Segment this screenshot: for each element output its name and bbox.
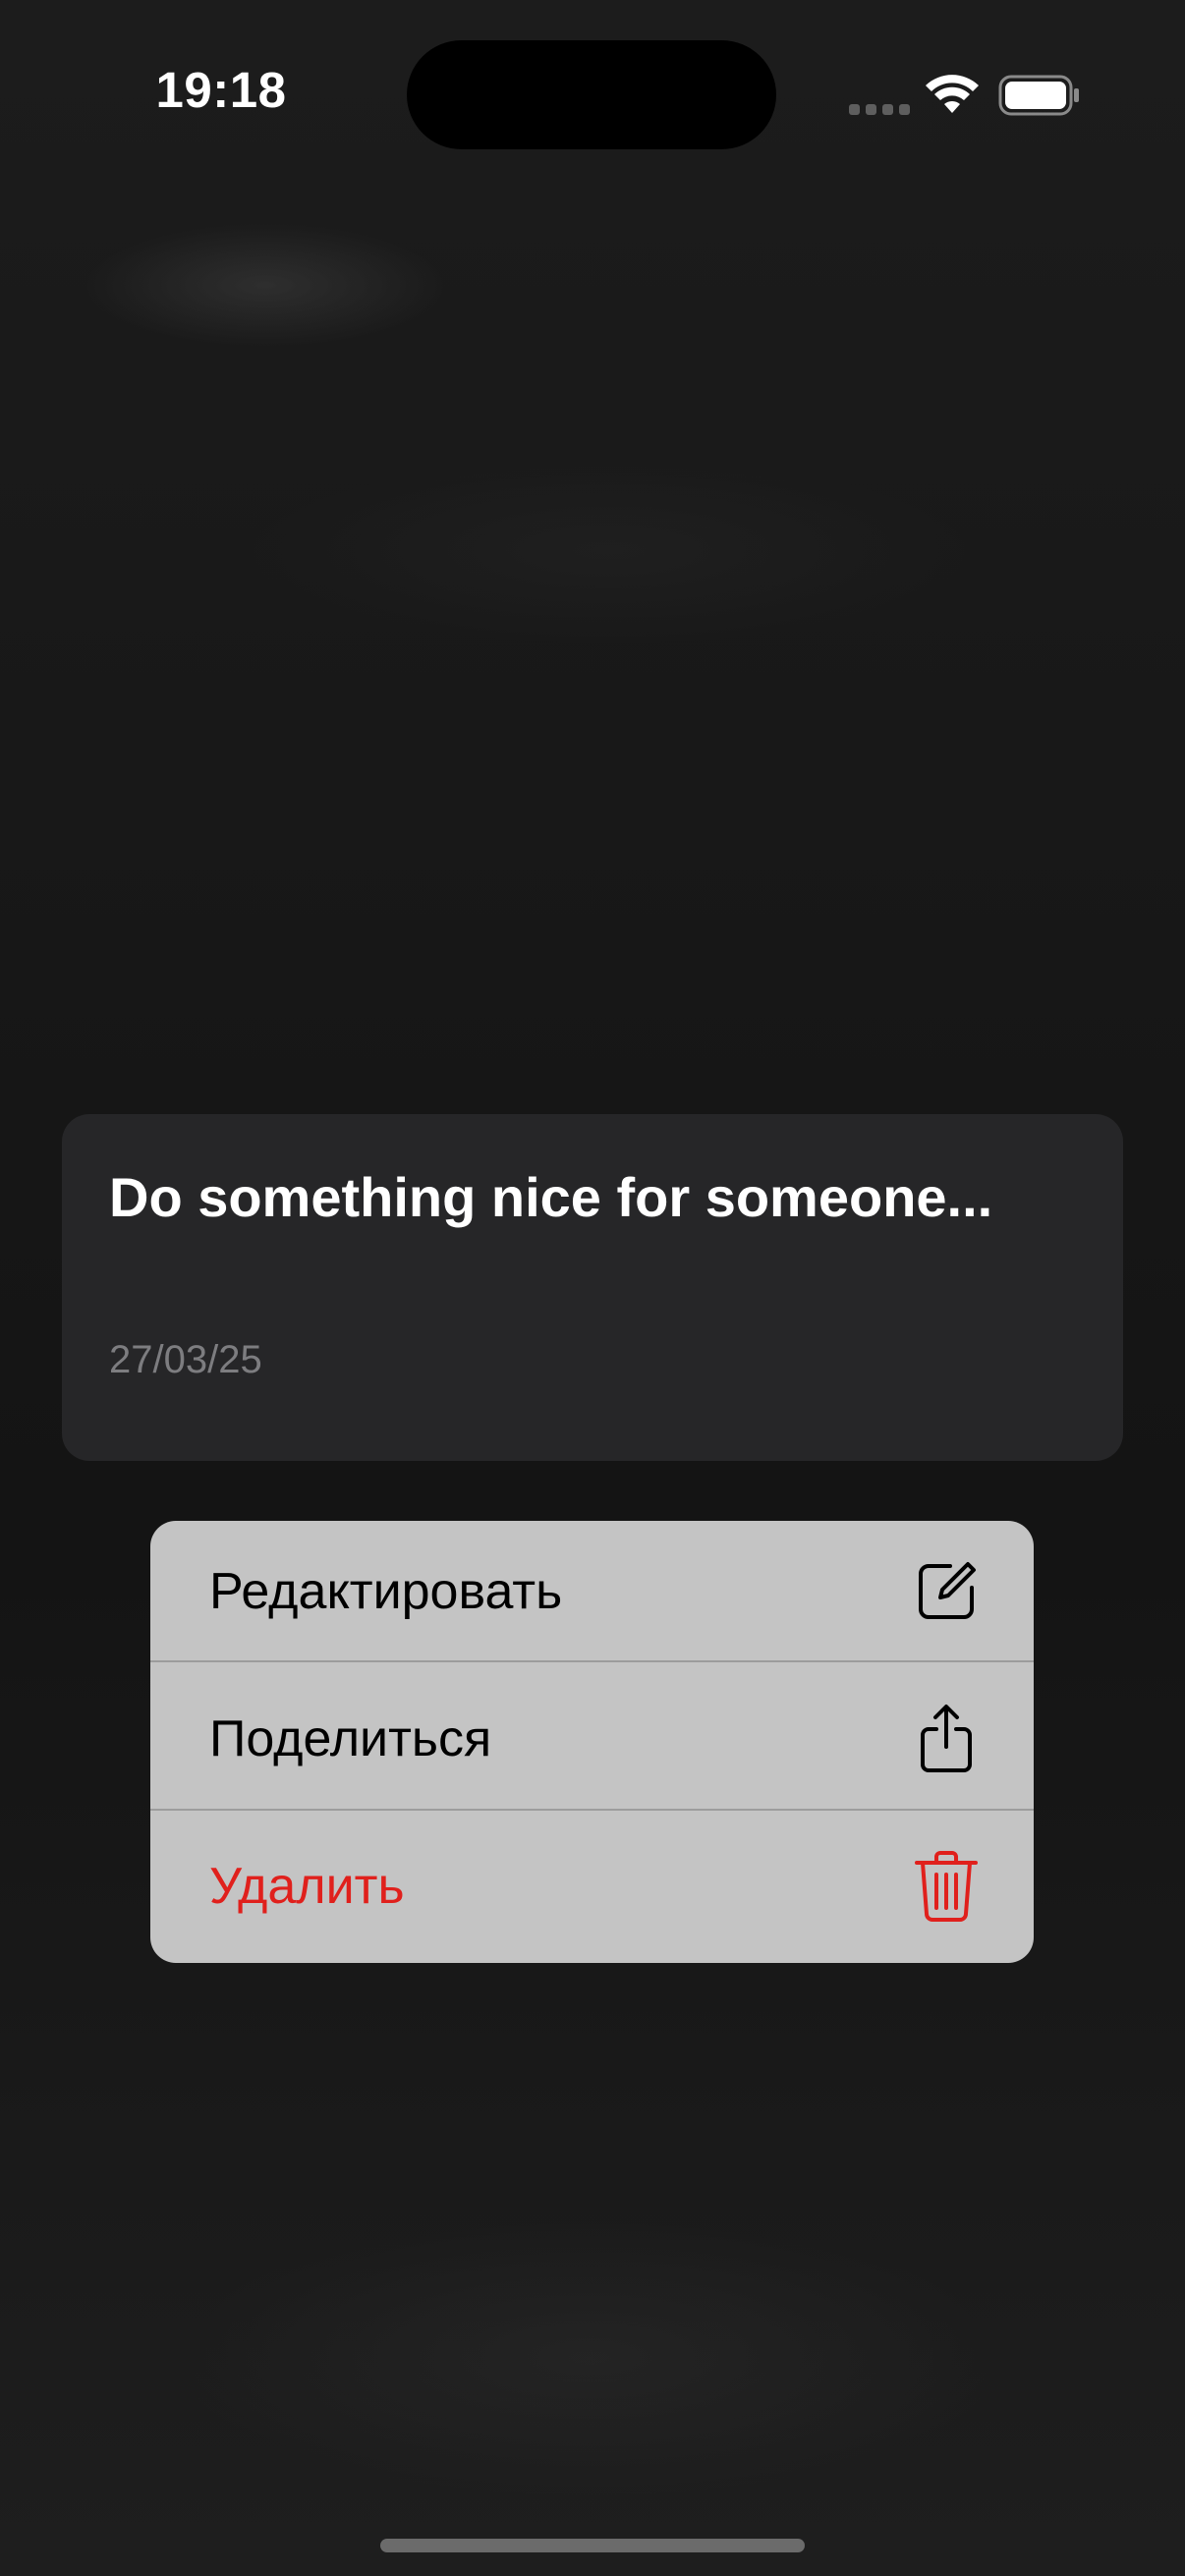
note-title: Do something nice for someone... xyxy=(109,1166,993,1228)
wifi-icon xyxy=(926,75,979,113)
share-label: Поделиться xyxy=(209,1710,492,1767)
edit-label: Редактировать xyxy=(209,1563,563,1620)
note-date: 27/03/25 xyxy=(109,1338,262,1381)
dynamic-island xyxy=(407,40,776,149)
cellular-signal-icon xyxy=(849,104,910,115)
edit-icon xyxy=(919,1562,976,1619)
delete-menu-item[interactable]: Удалить xyxy=(150,1816,1034,1963)
context-menu: Редактировать Поделиться Удалить xyxy=(150,1521,1034,1963)
status-time: 19:18 xyxy=(155,62,287,118)
share-menu-item[interactable]: Поделиться xyxy=(150,1668,1034,1814)
delete-label: Удалить xyxy=(209,1858,405,1915)
menu-divider xyxy=(150,1809,1034,1811)
edit-menu-item[interactable]: Редактировать xyxy=(150,1521,1034,1666)
status-bar: 19:18 xyxy=(0,0,1185,196)
battery-icon xyxy=(998,75,1079,116)
share-icon xyxy=(921,1705,972,1772)
home-indicator[interactable] xyxy=(380,2539,805,2552)
note-card-preview[interactable]: Do something nice for someone... 27/03/2… xyxy=(62,1114,1123,1461)
trash-icon xyxy=(915,1851,978,1922)
menu-divider xyxy=(150,1660,1034,1662)
